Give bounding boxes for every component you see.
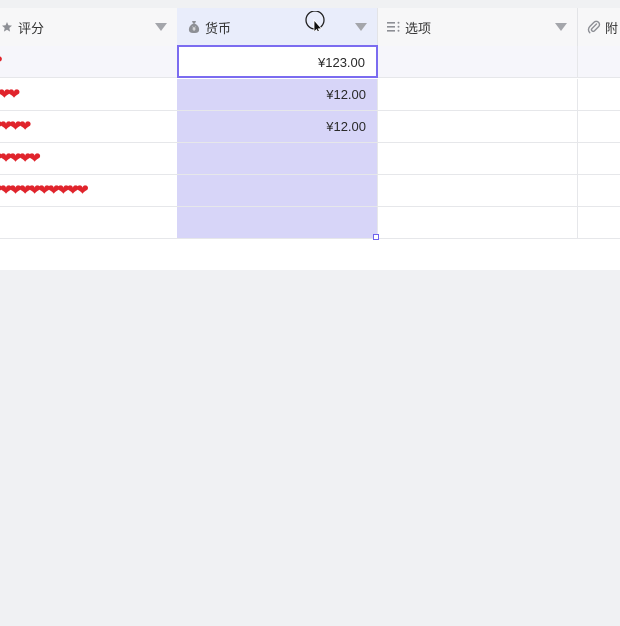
rating-cell[interactable]: ❤❤❤❤ [0,111,178,142]
column-label-attachment: 附 [605,20,619,36]
attachment-cell[interactable] [577,143,620,174]
options-cell[interactable] [377,175,578,206]
rating-cell[interactable]: ❤❤❤❤❤❤❤❤❤❤ [0,175,178,206]
attachment-cell[interactable] [577,46,620,77]
options-cell[interactable] [377,111,578,142]
rating-cell[interactable] [0,207,178,238]
attachment-cell[interactable] [577,79,620,110]
currency-cell[interactable] [177,175,378,206]
rating-hearts: ❤❤❤❤❤ [0,149,41,167]
paperclip-icon [587,20,601,34]
table-row[interactable]: ❤ ¥123.00 [0,45,620,78]
top-strip [0,0,620,8]
column-label-currency: 货币 [205,20,232,36]
rating-hearts: ❤❤❤❤❤❤❤❤❤❤ [0,181,89,199]
attachment-cell[interactable] [577,111,620,142]
add-row-area[interactable] [0,239,620,270]
column-header-attachment[interactable]: 附 [577,8,620,46]
chevron-down-icon[interactable] [155,23,167,31]
table-row[interactable]: ❤❤❤❤❤❤❤❤❤❤ [0,175,620,207]
attachment-cell[interactable] [577,175,620,206]
rating-cell[interactable]: ❤ [0,46,178,77]
rating-hearts: ❤❤❤❤ [0,117,31,135]
column-label-options: 选项 [405,20,432,36]
svg-text:¥: ¥ [192,26,196,33]
list-options-icon [387,20,401,34]
rating-cell[interactable]: ❤❤❤❤❤ [0,143,178,174]
options-cell[interactable] [377,46,578,77]
table-row[interactable]: ❤❤❤❤❤ [0,143,620,175]
rating-hearts: ❤❤ [0,85,20,103]
column-header-options[interactable]: 选项 [377,8,578,46]
column-header-rating[interactable]: 评分 [0,8,178,46]
column-header-currency[interactable]: ¥ 货币 [177,8,378,46]
options-cell[interactable] [377,207,578,238]
data-grid: 评分 ¥ 货币 选项 附 ❤ ¥123.00 [0,8,620,270]
rating-icon [0,20,14,34]
currency-cell[interactable] [177,143,378,174]
options-cell[interactable] [377,79,578,110]
chevron-down-icon[interactable] [355,23,367,31]
money-bag-icon: ¥ [187,20,201,34]
mouse-cursor-icon [305,10,325,34]
currency-cell[interactable] [177,207,378,238]
currency-cell-active[interactable]: ¥123.00 [177,45,378,78]
chevron-down-icon[interactable] [555,23,567,31]
column-label-rating: 评分 [18,20,45,36]
rating-cell[interactable]: ❤❤ [0,79,178,110]
currency-cell[interactable]: ¥12.00 [177,111,378,142]
options-cell[interactable] [377,143,578,174]
table-row[interactable] [0,207,620,239]
fill-handle[interactable] [373,234,379,240]
table-row[interactable]: ❤❤ ¥12.00 [0,79,620,111]
currency-cell[interactable]: ¥12.00 [177,79,378,110]
attachment-cell[interactable] [577,207,620,238]
table-row[interactable]: ❤❤❤❤ ¥12.00 [0,111,620,143]
